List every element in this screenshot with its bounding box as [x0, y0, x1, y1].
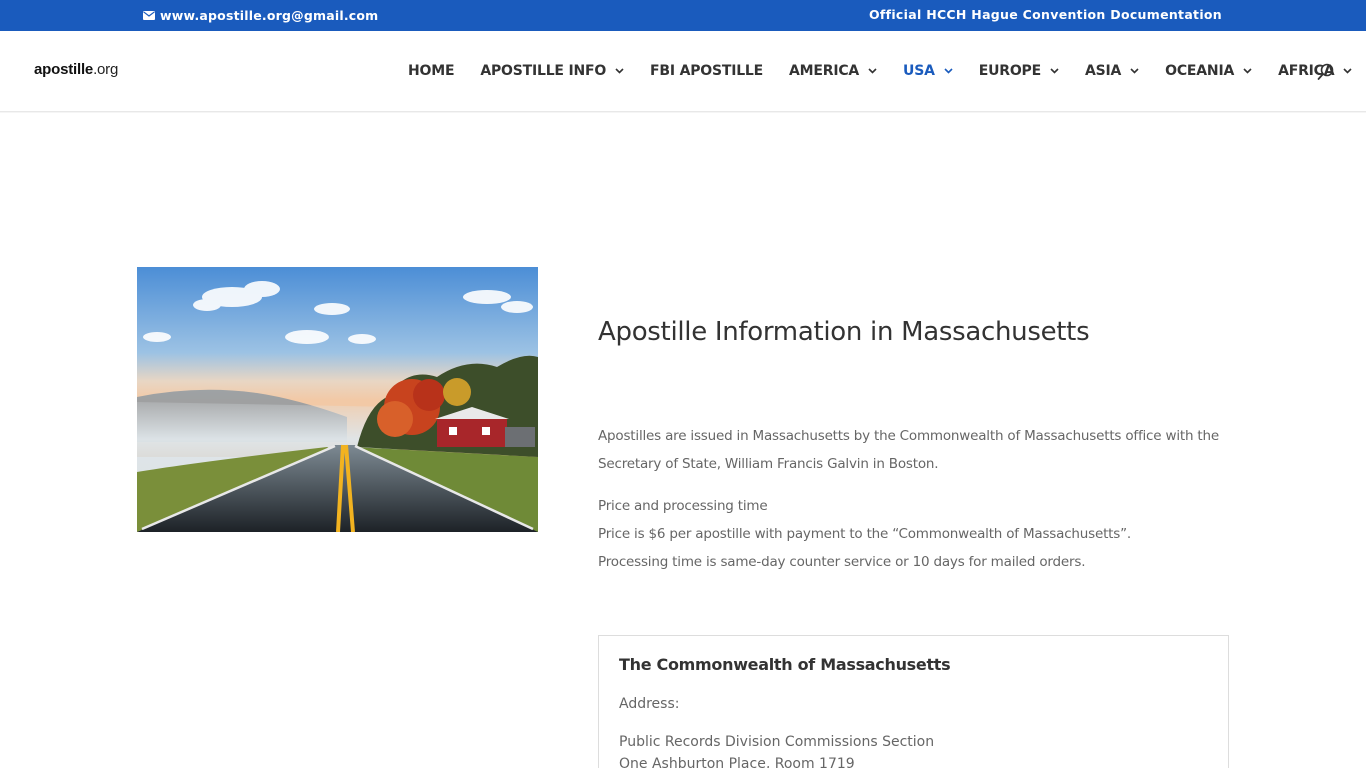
- chevron-down-icon: [868, 68, 877, 74]
- nav-label: USA: [903, 63, 935, 79]
- chevron-down-icon: [944, 68, 953, 74]
- nav-label: ASIA: [1084, 63, 1122, 79]
- nav-item-home[interactable]: HOME: [408, 63, 455, 79]
- search-icon[interactable]: [1317, 63, 1335, 81]
- pricing-heading: Price and processing time: [598, 498, 768, 514]
- address-label: Address:: [619, 696, 680, 712]
- main-nav: HOME APOSTILLE INFO FBI APOSTILLE AMERIC…: [408, 62, 1366, 80]
- top-bar: www.apostille.org@gmail.com Official HCC…: [0, 0, 1366, 31]
- nav-item-europe[interactable]: EUROPE: [979, 63, 1059, 79]
- page-title: Apostille Information in Massachusetts: [598, 317, 1090, 347]
- nav-item-oceania[interactable]: OCEANIA: [1165, 63, 1252, 79]
- logo-tld: .org: [93, 61, 119, 78]
- nav-item-usa[interactable]: USA: [903, 63, 953, 79]
- topbar-email[interactable]: www.apostille.org@gmail.com: [143, 8, 378, 23]
- chevron-down-icon: [1343, 68, 1352, 74]
- address-line: Public Records Division Commissions Sect…: [619, 734, 935, 750]
- site-logo[interactable]: apostille.org: [34, 61, 118, 78]
- nav-item-fbi-apostille[interactable]: FBI APOSTILLE: [650, 63, 763, 79]
- pricing-section: Price and processing time Price is $6 pe…: [598, 492, 1229, 576]
- address-line: One Ashburton Place, Room 1719: [619, 756, 855, 768]
- nav-label: AMERICA: [789, 63, 860, 79]
- chevron-down-icon: [1243, 68, 1252, 74]
- office-info-box: The Commonwealth of Massachusetts Addres…: [598, 635, 1229, 768]
- office-title: The Commonwealth of Massachusetts: [619, 655, 951, 674]
- nav-item-america[interactable]: AMERICA: [789, 63, 877, 79]
- nav-label: OCEANIA: [1165, 63, 1235, 79]
- price-text: Price is $6 per apostille with payment t…: [598, 526, 1131, 542]
- nav-label: APOSTILLE INFO: [480, 63, 607, 79]
- nav-item-asia[interactable]: ASIA: [1085, 63, 1139, 79]
- logo-main: apostille: [34, 61, 94, 78]
- processing-text: Processing time is same-day counter serv…: [598, 554, 1086, 570]
- nav-label: EUROPE: [978, 63, 1041, 79]
- massachusetts-road-image: [137, 267, 538, 532]
- nav-label: FBI APOSTILLE: [650, 63, 764, 79]
- nav-label: HOME: [408, 63, 455, 79]
- topbar-email-text: www.apostille.org@gmail.com: [160, 8, 379, 23]
- nav-item-africa[interactable]: AFRICA: [1278, 63, 1352, 79]
- intro-paragraph: Apostilles are issued in Massachusetts b…: [598, 428, 1219, 472]
- chevron-down-icon: [1050, 68, 1059, 74]
- chevron-down-icon: [615, 68, 624, 74]
- hcch-documentation-link[interactable]: Official HCCH Hague Convention Documenta…: [869, 7, 1222, 22]
- nav-item-apostille-info[interactable]: APOSTILLE INFO: [480, 63, 624, 79]
- site-header: apostille.org HOME APOSTILLE INFO FBI AP…: [0, 31, 1366, 112]
- main-content: Apostille Information in Massachusetts A…: [598, 310, 1229, 576]
- envelope-icon: [143, 11, 155, 20]
- chevron-down-icon: [1130, 68, 1139, 74]
